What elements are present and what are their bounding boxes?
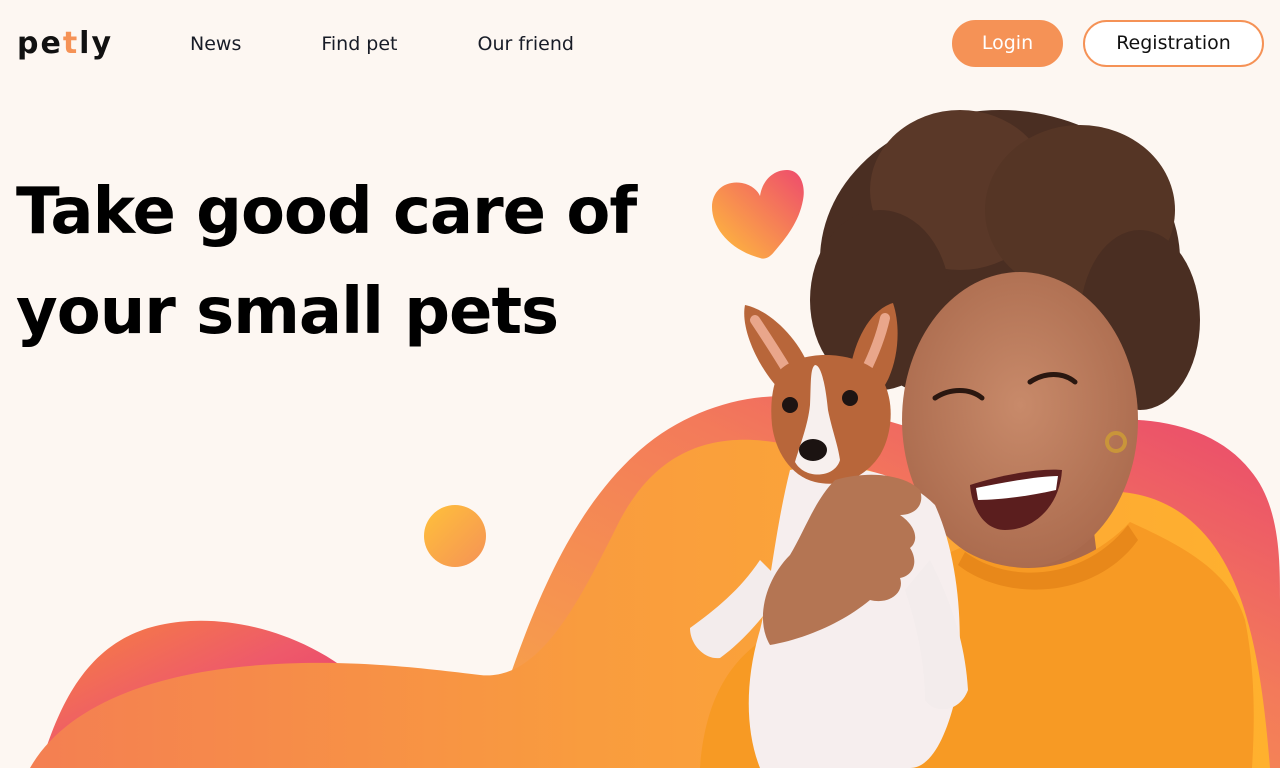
hero-title-line-2: your small pets (16, 275, 559, 349)
site-header: petly News Find pet Our friend Login Reg… (0, 0, 1280, 88)
decor-circle (424, 505, 486, 567)
hero-title-line-1: Take good care of (16, 175, 637, 249)
main-nav: News Find pet Our friend (190, 30, 574, 58)
login-button[interactable]: Login (952, 20, 1063, 67)
registration-button[interactable]: Registration (1083, 20, 1264, 67)
hero-title: Take good care of your small pets (16, 162, 656, 362)
heart-icon (712, 170, 804, 259)
home-page: petly News Find pet Our friend Login Reg… (0, 0, 1280, 768)
logo-text-accent: t (62, 26, 80, 61)
hero-illustration (30, 110, 1280, 768)
logo-text-start: pe (17, 26, 63, 61)
nav-link-find-pet[interactable]: Find pet (321, 30, 397, 58)
logo-text-end: ly (79, 26, 114, 61)
nav-link-our-friend[interactable]: Our friend (478, 30, 574, 58)
site-logo[interactable]: petly (17, 24, 113, 64)
nav-link-news[interactable]: News (190, 30, 241, 58)
